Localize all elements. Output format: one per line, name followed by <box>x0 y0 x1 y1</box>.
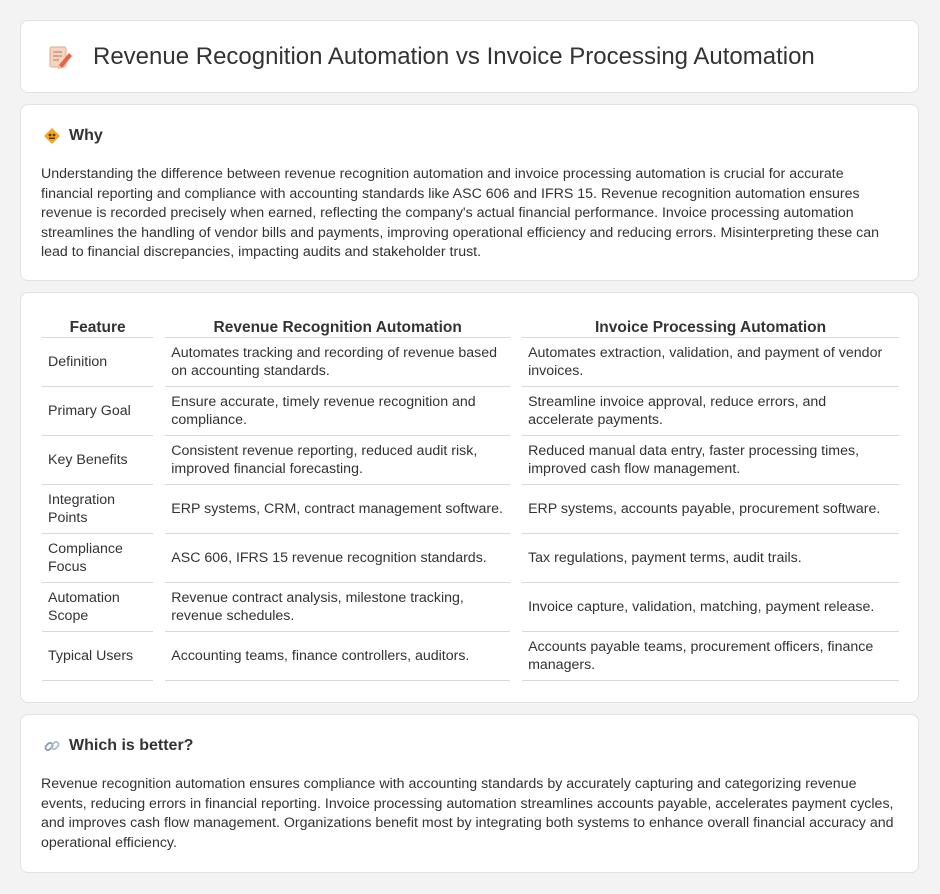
table-row: Definition Automates tracking and record… <box>42 338 899 387</box>
why-text: Understanding the difference between rev… <box>41 166 880 261</box>
better-text: Revenue recognition automation ensures c… <box>41 776 894 851</box>
invoice-cell: Streamline invoice approval, reduce erro… <box>522 387 899 436</box>
invoice-cell: ERP systems, accounts payable, procureme… <box>522 485 899 534</box>
revenue-cell: Ensure accurate, timely revenue recognit… <box>165 387 511 436</box>
better-heading: Which is better? <box>43 737 193 755</box>
page-title: Revenue Recognition Automation vs Invoic… <box>93 43 815 70</box>
better-title: Which is better? <box>69 737 194 754</box>
invoice-cell: Accounts payable teams, procurement offi… <box>522 632 899 681</box>
comparison-card: Feature Revenue Recognition Automation I… <box>20 292 919 703</box>
title-row: Revenue Recognition Automation vs Invoic… <box>47 43 815 71</box>
why-card: Why Understanding the difference between… <box>20 104 919 281</box>
header-revenue: Revenue Recognition Automation <box>165 317 511 338</box>
invoice-cell: Tax regulations, payment terms, audit tr… <box>522 534 899 583</box>
header-card: Revenue Recognition Automation vs Invoic… <box>20 20 919 93</box>
feature-cell: Definition <box>42 338 154 387</box>
table-row: Automation Scope Revenue contract analys… <box>42 583 899 632</box>
diamond-sign-icon <box>43 127 61 145</box>
revenue-cell: ERP systems, CRM, contract management so… <box>165 485 511 534</box>
revenue-cell: Accounting teams, finance controllers, a… <box>165 632 511 681</box>
table-header-row: Feature Revenue Recognition Automation I… <box>42 317 899 338</box>
table-row: Typical Users Accounting teams, finance … <box>42 632 899 681</box>
revenue-cell: Revenue contract analysis, milestone tra… <box>165 583 511 632</box>
table-row: Key Benefits Consistent revenue reportin… <box>42 436 899 485</box>
why-heading: Why <box>43 127 103 145</box>
invoice-cell: Automates extraction, validation, and pa… <box>522 338 899 387</box>
feature-cell: Automation Scope <box>42 583 154 632</box>
invoice-cell: Reduced manual data entry, faster proces… <box>522 436 899 485</box>
feature-cell: Integration Points <box>42 485 154 534</box>
invoice-cell: Invoice capture, validation, matching, p… <box>522 583 899 632</box>
feature-cell: Compliance Focus <box>42 534 154 583</box>
table-row: Compliance Focus ASC 606, IFRS 15 revenu… <box>42 534 899 583</box>
revenue-cell: Consistent revenue reporting, reduced au… <box>165 436 511 485</box>
feature-cell: Key Benefits <box>42 436 154 485</box>
memo-pencil-icon <box>47 44 73 70</box>
comparison-table: Feature Revenue Recognition Automation I… <box>42 317 899 681</box>
why-title: Why <box>69 127 103 144</box>
link-icon <box>43 737 61 755</box>
table-row: Primary Goal Ensure accurate, timely rev… <box>42 387 899 436</box>
header-feature: Feature <box>42 317 154 338</box>
feature-cell: Primary Goal <box>42 387 154 436</box>
feature-cell: Typical Users <box>42 632 154 681</box>
revenue-cell: ASC 606, IFRS 15 revenue recognition sta… <box>165 534 511 583</box>
header-invoice: Invoice Processing Automation <box>522 317 899 338</box>
better-card: Which is better? Revenue recognition aut… <box>20 714 919 873</box>
revenue-cell: Automates tracking and recording of reve… <box>165 338 511 387</box>
table-row: Integration Points ERP systems, CRM, con… <box>42 485 899 534</box>
